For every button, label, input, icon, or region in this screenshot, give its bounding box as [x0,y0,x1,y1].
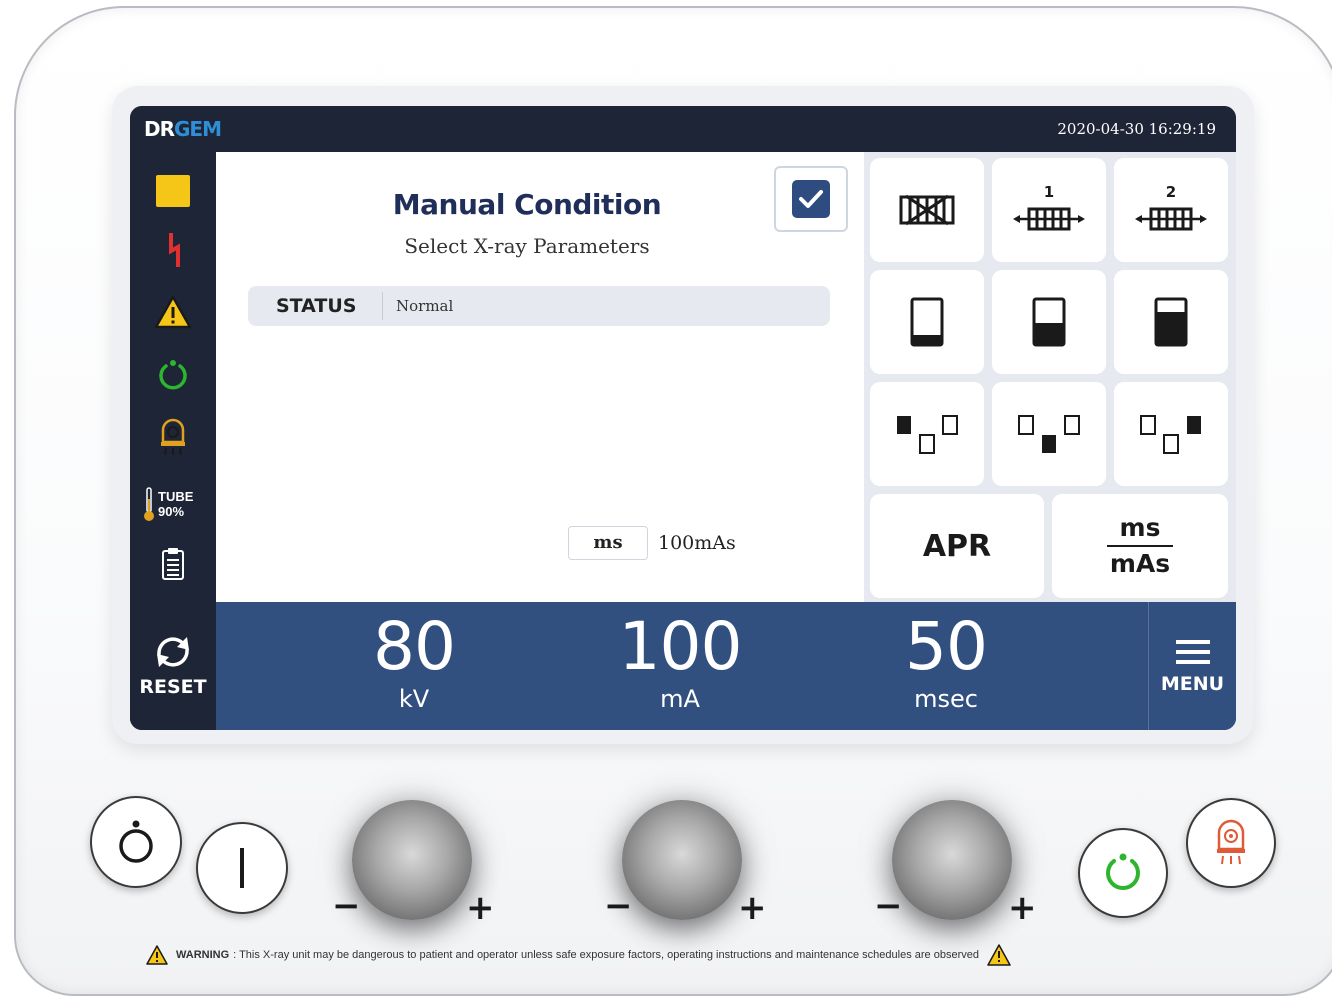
tube-heat-indicator: TUBE 90% [142,484,208,524]
touch-screen: DRGEM 2020-04-30 16:29:19 TUBE 90% Manua… [130,106,1236,730]
reset-icon [157,637,189,667]
power-on-button[interactable] [196,822,288,914]
ma-unit: mA [660,685,700,713]
logo-dr: DR [144,117,175,141]
exposure-options-grid: 1 2 APR ms mAs [864,152,1236,602]
thin-patient-icon [910,297,944,347]
status-label: STATUS [276,295,357,317]
manual-condition-panel: Manual Condition Select X-ray Parameters… [216,152,864,602]
confirm-checkbox[interactable] [774,166,848,232]
apr-button[interactable]: APR [870,494,1044,598]
ms-minus-label: − [874,886,903,926]
status-bar: STATUS Normal [248,286,830,326]
bucky-1-button[interactable]: 1 [992,158,1106,262]
fraction-divider [1107,545,1173,547]
power-on-icon [240,848,244,888]
no-grid-button[interactable] [870,158,984,262]
thin-patient-button[interactable] [870,270,984,374]
aec-right-field-icon [1140,415,1201,454]
ma-minus-label: − [604,886,633,926]
aec-center-field-icon [1018,415,1080,453]
apr-label: APR [922,528,992,564]
datetime: 2020-04-30 16:29:19 [1057,120,1216,138]
medium-patient-button[interactable] [992,270,1106,374]
power-off-button[interactable] [90,796,182,888]
medium-patient-icon [1032,297,1066,347]
checkmark-icon [792,180,830,218]
mas-value: 100mAs [658,532,736,554]
kv-minus-label: − [332,886,361,926]
kv-value: 80 [373,608,456,685]
aec-right-field-button[interactable] [1114,382,1228,486]
warning-title: WARNING [176,949,230,961]
warning-notice: WARNING : This X-ray unit may be dangero… [146,944,1011,966]
mas-label: mAs [1109,549,1171,578]
power-off-icon [119,820,153,863]
ready-power-icon [148,356,198,396]
page-title: Manual Condition [392,188,662,221]
kv-plus-label: + [466,888,495,928]
ma-display[interactable]: 100 mA [580,608,780,712]
tube-label: TUBE [158,489,194,504]
bucky-2-icon: 2 [1135,183,1207,231]
warning-text: : This X-ray unit may be dangerous to pa… [233,949,979,961]
aec-left-field-button[interactable] [870,382,984,486]
menu-button[interactable]: MENU [1148,602,1236,730]
ms-plus-label: + [1008,888,1037,928]
reset-button[interactable]: RESET [130,602,216,730]
no-grid-icon [899,194,955,226]
kv-knob[interactable] [352,800,472,920]
ready-power-icon [1106,853,1140,890]
bucky-2-label: 2 [1166,183,1176,201]
ma-knob[interactable] [622,800,742,920]
ms-mas-toggle-button[interactable]: ms mAs [1052,494,1228,598]
page-subtitle: Select X-ray Parameters [404,234,650,258]
kv-display[interactable]: 80 kV [314,608,514,712]
ms-knob[interactable] [892,800,1012,920]
ms-value: 50 [905,608,988,685]
exposure-icon [148,416,198,460]
ma-value: 100 [618,608,743,685]
standby-indicator-icon [148,172,198,210]
lightning-icon [148,230,198,270]
logo-gem: GEM [174,117,222,141]
thick-patient-icon [1154,297,1188,347]
exposure-icon [1217,819,1245,865]
status-divider [382,292,383,320]
warning-icon [146,945,168,965]
hamburger-icon [1175,640,1210,664]
exposure-button[interactable] [1186,798,1276,888]
thermometer-icon [144,487,154,521]
bucky-1-label: 1 [1044,183,1054,201]
aec-left-field-icon [897,415,958,454]
tube-percent: 90% [158,504,185,519]
status-value: Normal [396,297,454,315]
kv-unit: kV [398,685,430,713]
bucky-1-icon: 1 [1013,183,1085,231]
menu-label: MENU [1160,673,1225,695]
brand-logo: DRGEM [144,117,222,141]
warning-icon [987,944,1011,966]
parameter-bar: RESET 80 kV 100 mA 50 msec MENU [130,602,1236,730]
aec-center-field-button[interactable] [992,382,1106,486]
bucky-2-button[interactable]: 2 [1114,158,1228,262]
clipboard-icon [148,542,198,586]
thick-patient-button[interactable] [1114,270,1228,374]
top-bar: DRGEM 2020-04-30 16:29:19 [130,106,1236,152]
status-sidebar: TUBE 90% [130,152,216,602]
time-mode-toggle[interactable]: ms [568,526,648,560]
ready-button[interactable] [1078,828,1168,918]
ms-unit: msec [914,685,978,713]
warning-icon [148,292,198,332]
ma-plus-label: + [738,888,767,928]
ms-label: ms [1119,513,1161,542]
ms-display[interactable]: 50 msec [846,608,1046,712]
reset-label: RESET [139,676,207,698]
